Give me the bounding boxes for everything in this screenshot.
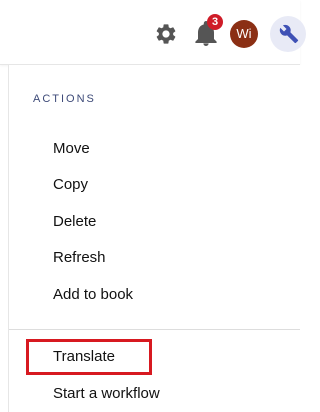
menu-item-move[interactable]: Move <box>53 140 90 158</box>
app-page: 3 Wi ACTIONS Move Copy Delete Refresh Ad… <box>0 0 306 412</box>
menu-item-refresh[interactable]: Refresh <box>53 249 106 267</box>
avatar[interactable]: Wi <box>230 20 258 48</box>
menu-item-delete[interactable]: Delete <box>53 213 96 231</box>
menu-item-add-to-book[interactable]: Add to book <box>53 286 133 304</box>
wrench-icon <box>279 24 299 44</box>
top-toolbar: 3 Wi <box>0 0 306 65</box>
translate-highlight-box <box>26 339 152 375</box>
menu-divider <box>9 329 300 330</box>
tools-button[interactable] <box>270 16 306 52</box>
notification-badge: 3 <box>207 14 223 30</box>
actions-section-title: ACTIONS <box>33 93 96 105</box>
menu-item-copy[interactable]: Copy <box>53 176 88 194</box>
gear-icon[interactable] <box>154 22 178 46</box>
menu-item-start-workflow[interactable]: Start a workflow <box>53 385 160 403</box>
